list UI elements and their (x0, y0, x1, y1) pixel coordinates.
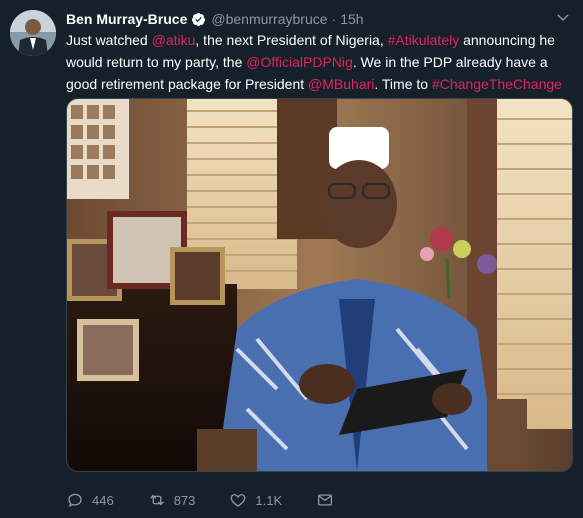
tweet-timestamp[interactable]: 15h (340, 11, 363, 27)
tweet[interactable]: Ben Murray-Bruce @benmurraybruce · 15h J… (0, 0, 583, 518)
avatar[interactable] (10, 10, 56, 56)
reply-count: 446 (92, 492, 114, 508)
header-separator: · (331, 11, 337, 27)
text-segment: Just watched (66, 32, 152, 48)
verified-badge-icon (192, 12, 206, 26)
mention-officialpdpnig[interactable]: @OfficialPDPNig (246, 54, 353, 70)
tweet-text: Just watched @atiku, the next President … (66, 29, 566, 95)
photo-illustration (67, 99, 572, 471)
direct-message-button[interactable] (316, 491, 342, 509)
mention-atiku[interactable]: @atiku (152, 32, 196, 48)
hashtag-atikulately[interactable]: #Atikulately (388, 32, 460, 48)
retweet-icon (150, 494, 164, 506)
like-button[interactable]: 1.1K (229, 491, 282, 509)
chevron-down-icon[interactable] (555, 10, 571, 26)
author-name[interactable]: Ben Murray-Bruce (66, 11, 187, 27)
tweet-header: Ben Murray-Bruce @benmurraybruce · 15h (66, 9, 364, 29)
heart-icon (231, 494, 246, 507)
text-segment: . Time to (374, 76, 432, 92)
retweet-button[interactable]: 873 (148, 491, 196, 509)
hashtag-changethechange[interactable]: #ChangeTheChange (432, 76, 562, 92)
mention-mbuhari[interactable]: @MBuhari (308, 76, 374, 92)
author-handle[interactable]: @benmurraybruce (211, 11, 327, 27)
reply-button[interactable]: 446 (66, 491, 114, 509)
reply-icon (68, 493, 82, 507)
retweet-count: 873 (173, 492, 196, 508)
text-segment: , the next President of Nigeria, (195, 32, 388, 48)
tweet-photo[interactable] (66, 98, 573, 472)
tweet-actions: 446 873 1.1K (66, 488, 376, 512)
like-count: 1.1K (255, 492, 283, 508)
envelope-icon (318, 494, 333, 506)
